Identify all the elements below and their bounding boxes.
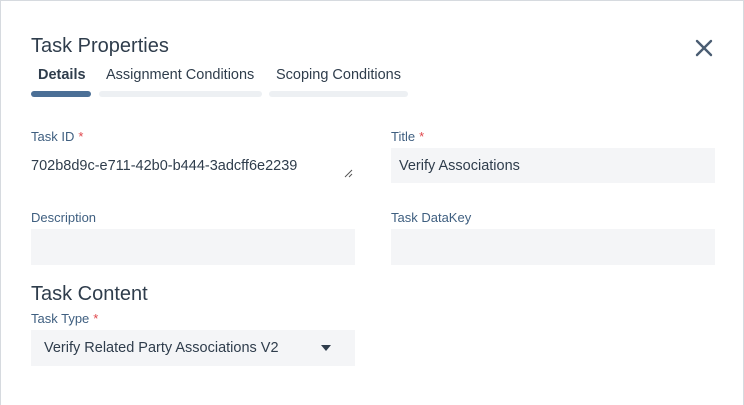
- caret-down-icon: [321, 345, 331, 351]
- required-marker: *: [93, 311, 99, 326]
- task-datakey-label: Task DataKey: [391, 210, 472, 225]
- task-datakey-input[interactable]: [391, 229, 715, 265]
- tab-indicator: [99, 91, 262, 97]
- task-id-label: Task ID *: [31, 129, 84, 144]
- description-input[interactable]: [31, 229, 355, 265]
- dialog-title: Task Properties: [31, 35, 169, 57]
- tab-bar: Details Assignment Conditions Scoping Co…: [31, 65, 411, 99]
- tab-scoping-conditions[interactable]: Scoping Conditions: [269, 65, 408, 99]
- resize-handle-icon[interactable]: [343, 168, 353, 178]
- task-id-textarea[interactable]: 702b8d9c-e711-42b0-b444-3adcff6e2239: [31, 148, 355, 180]
- task-properties-dialog: Task Properties Details Assignment Condi…: [0, 0, 744, 405]
- title-value: Verify Associations: [399, 157, 520, 174]
- tab-assignment-conditions[interactable]: Assignment Conditions: [99, 65, 262, 99]
- task-type-value: Verify Related Party Associations V2: [44, 340, 279, 356]
- description-label: Description: [31, 210, 97, 225]
- tab-details[interactable]: Details: [31, 65, 91, 99]
- tab-indicator: [31, 91, 91, 97]
- task-type-select[interactable]: Verify Related Party Associations V2: [31, 330, 355, 366]
- tab-label: Assignment Conditions: [106, 67, 255, 83]
- close-button[interactable]: [693, 37, 715, 59]
- close-icon: [695, 39, 713, 57]
- task-type-label: Task Type *: [31, 311, 99, 326]
- task-id-value: 702b8d9c-e711-42b0-b444-3adcff6e2239: [31, 158, 298, 174]
- title-input[interactable]: Verify Associations: [391, 148, 715, 183]
- task-content-heading: Task Content: [31, 283, 148, 305]
- required-marker: *: [78, 129, 84, 144]
- tab-indicator: [269, 91, 408, 97]
- title-label: Title *: [391, 129, 425, 144]
- tab-label: Details: [38, 67, 86, 83]
- required-marker: *: [419, 129, 425, 144]
- tab-label: Scoping Conditions: [276, 67, 401, 83]
